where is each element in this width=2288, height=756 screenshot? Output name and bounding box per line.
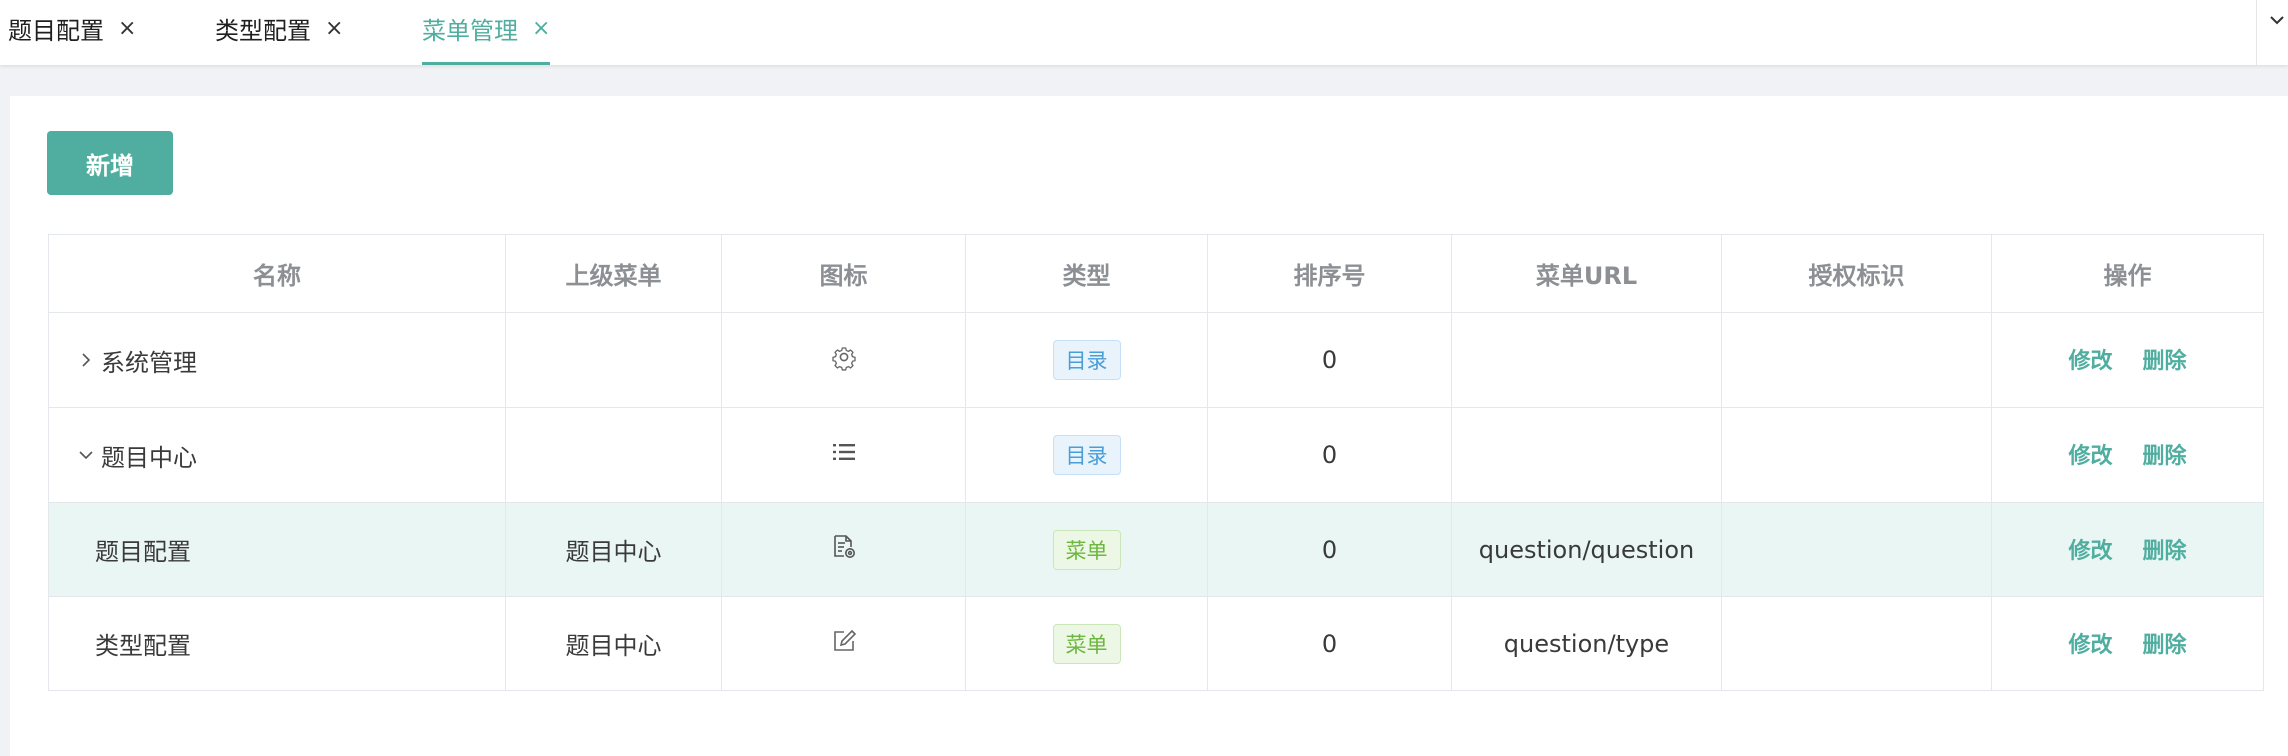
delete-link[interactable]: 删除	[2143, 627, 2187, 659]
type-cell: 目录	[965, 407, 1208, 503]
type-tag: 目录	[1052, 435, 1121, 475]
permission-cell	[1721, 596, 1992, 691]
add-button[interactable]: 新增	[47, 131, 173, 195]
tab-question-config[interactable]: 题目配置 ×	[8, 0, 136, 65]
delete-link[interactable]: 删除	[2143, 343, 2187, 375]
name-cell: 题目配置	[48, 502, 506, 597]
chevron-down-icon[interactable]	[73, 449, 99, 461]
table-row[interactable]: 类型配置 题目中心 菜单 0 question/type 修改 删除	[48, 596, 2264, 691]
menu-url-cell: question/type	[1451, 596, 1722, 691]
type-cell: 菜单	[965, 502, 1208, 597]
table-row[interactable]: 系统管理 目录 0 修改 删除	[48, 312, 2264, 408]
icon-cell	[721, 596, 966, 691]
column-header-icon[interactable]: 图标	[721, 234, 966, 313]
row-name: 题目中心	[101, 443, 197, 472]
name-cell: 题目中心	[48, 407, 506, 503]
menu-url-cell: question/question	[1451, 502, 1722, 597]
tab-label: 菜单管理	[422, 17, 518, 45]
tab-menu-management[interactable]: 菜单管理 ×	[422, 0, 551, 65]
edit-link[interactable]: 修改	[2068, 438, 2112, 470]
parent-menu-cell	[505, 407, 722, 503]
permission-cell	[1721, 502, 1992, 597]
order-cell: 0	[1207, 407, 1452, 503]
delete-link[interactable]: 删除	[2143, 438, 2187, 470]
type-tag: 目录	[1052, 340, 1121, 380]
tab-type-config[interactable]: 类型配置 ×	[215, 0, 343, 65]
actions-cell: 修改 删除	[1991, 502, 2264, 597]
menu-url-cell	[1451, 312, 1722, 408]
icon-cell	[721, 502, 966, 597]
row-name: 系统管理	[101, 348, 197, 377]
close-icon[interactable]: ×	[325, 16, 343, 41]
column-header-actions[interactable]: 操作	[1991, 234, 2264, 313]
actions-cell: 修改 删除	[1991, 407, 2264, 503]
tab-bar: 题目配置 × 类型配置 × 菜单管理 ×	[0, 0, 2288, 65]
row-name: 类型配置	[95, 632, 191, 660]
icon-cell	[721, 312, 966, 408]
list-icon	[832, 444, 855, 460]
name-cell: 类型配置	[48, 596, 506, 691]
edit-icon	[833, 629, 856, 651]
column-header-type[interactable]: 类型	[965, 234, 1208, 313]
column-header-permission[interactable]: 授权标识	[1721, 234, 1992, 313]
order-cell: 0	[1207, 502, 1452, 597]
close-icon[interactable]: ×	[118, 16, 136, 41]
table-header-row: 名称 上级菜单 图标 类型 排序号 菜单URL 授权标识 操作	[48, 234, 2264, 313]
edit-link[interactable]: 修改	[2068, 627, 2112, 659]
actions-cell: 修改 删除	[1991, 596, 2264, 691]
type-tag: 菜单	[1052, 529, 1121, 570]
close-icon[interactable]: ×	[532, 16, 550, 41]
chevron-right-icon[interactable]	[73, 352, 99, 368]
document-settings-icon	[833, 534, 855, 558]
type-cell: 目录	[965, 312, 1208, 408]
column-header-parent-menu[interactable]: 上级菜单	[505, 234, 722, 313]
content-card: 新增 名称 上级菜单 图标 类型 排序号 菜单URL 授权标识 操作 系统管理 …	[10, 96, 2288, 756]
type-cell: 菜单	[965, 596, 1208, 691]
edit-link[interactable]: 修改	[2068, 533, 2112, 565]
icon-cell	[721, 407, 966, 503]
actions-cell: 修改 删除	[1991, 312, 2264, 408]
parent-menu-cell: 题目中心	[505, 596, 722, 691]
chevron-down-icon	[2269, 16, 2284, 25]
name-cell: 系统管理	[48, 312, 506, 408]
tab-label: 类型配置	[215, 17, 311, 45]
column-header-name[interactable]: 名称	[48, 234, 506, 313]
order-cell: 0	[1207, 596, 1452, 691]
row-name: 题目配置	[95, 538, 191, 566]
table-row[interactable]: 题目配置 题目中心 菜单 0 question/question 修改 删除	[48, 502, 2264, 597]
menu-table: 名称 上级菜单 图标 类型 排序号 菜单URL 授权标识 操作 系统管理 目录 …	[48, 234, 2264, 691]
delete-link[interactable]: 删除	[2143, 533, 2187, 565]
menu-url-cell	[1451, 407, 1722, 503]
order-cell: 0	[1207, 312, 1452, 408]
permission-cell	[1721, 407, 1992, 503]
tab-label: 题目配置	[8, 17, 104, 45]
parent-menu-cell	[505, 312, 722, 408]
parent-menu-cell: 题目中心	[505, 502, 722, 597]
permission-cell	[1721, 312, 1992, 408]
tabs-dropdown-button[interactable]	[2256, 0, 2288, 65]
type-tag: 菜单	[1052, 623, 1121, 664]
column-header-menu-url[interactable]: 菜单URL	[1451, 234, 1722, 313]
table-row[interactable]: 题目中心 目录 0 修改 删除	[48, 407, 2264, 503]
column-header-order[interactable]: 排序号	[1207, 234, 1452, 313]
edit-link[interactable]: 修改	[2068, 343, 2112, 375]
gear-icon	[831, 347, 856, 371]
